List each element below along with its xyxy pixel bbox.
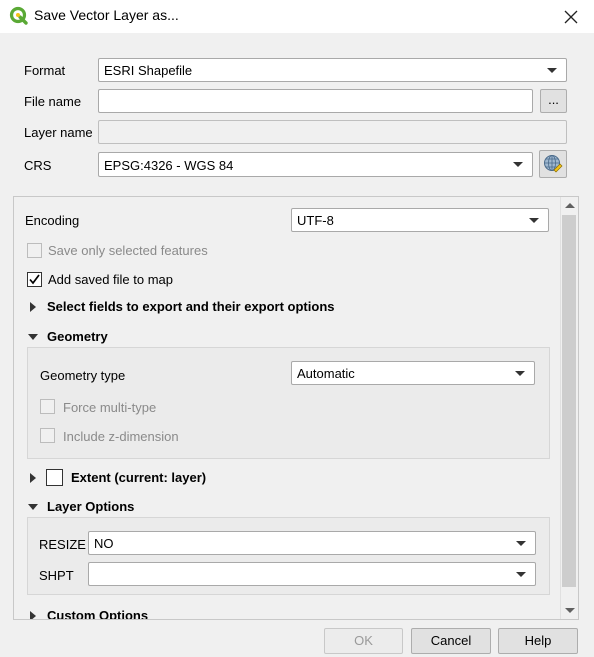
select-fields-toggle[interactable]: Select fields to export and their export… <box>28 297 548 317</box>
chevron-down-icon <box>513 162 523 167</box>
format-combobox[interactable]: ESRI Shapefile <box>98 58 567 82</box>
save-selected-checkbox[interactable] <box>27 243 42 258</box>
format-value: ESRI Shapefile <box>104 63 193 78</box>
layer-options-toggle[interactable]: Layer Options <box>28 497 548 517</box>
select-crs-button[interactable] <box>539 150 567 178</box>
force-multi-checkbox[interactable] <box>40 399 55 414</box>
layer-options-group: RESIZE NO SHPT <box>27 517 550 595</box>
expand-arrow-icon <box>30 302 36 312</box>
format-label: Format <box>24 63 66 78</box>
shpt-combobox[interactable] <box>88 562 536 586</box>
shpt-label: SHPT <box>39 568 74 583</box>
encoding-label: Encoding <box>25 213 80 228</box>
title-bar: Save Vector Layer as... <box>0 0 594 33</box>
encoding-combobox[interactable]: UTF-8 <box>291 208 549 232</box>
geometry-type-combobox[interactable]: Automatic <box>291 361 535 385</box>
chevron-down-icon <box>529 218 539 223</box>
browse-button[interactable]: ... <box>540 89 567 113</box>
force-multi-label: Force multi-type <box>63 400 157 415</box>
geometry-type-label: Geometry type <box>40 368 126 383</box>
chevron-down-icon <box>516 541 526 546</box>
close-icon <box>564 10 578 23</box>
vertical-scrollbar[interactable] <box>560 197 578 619</box>
include-z-label: Include z-dimension <box>63 429 179 444</box>
qgis-logo-icon <box>9 6 28 25</box>
extent-checkbox[interactable] <box>46 469 63 486</box>
help-button[interactable]: Help <box>498 628 578 654</box>
encoding-value: UTF-8 <box>297 213 334 228</box>
cancel-button[interactable]: Cancel <box>411 628 491 654</box>
select-fields-label: Select fields to export and their export… <box>47 299 335 314</box>
scroll-down-icon[interactable] <box>565 608 575 613</box>
scrollbar-thumb[interactable] <box>562 215 576 587</box>
extent-label: Extent (current: layer) <box>71 470 207 485</box>
geometry-section-label: Geometry <box>47 329 108 344</box>
collapse-arrow-icon <box>28 334 38 340</box>
scroll-up-icon[interactable] <box>565 203 575 208</box>
layer-options-label: Layer Options <box>47 499 135 514</box>
geometry-section-toggle[interactable]: Geometry <box>28 327 548 347</box>
add-to-map-checkbox[interactable] <box>27 272 42 287</box>
layername-input[interactable] <box>98 120 567 144</box>
chevron-down-icon <box>547 68 557 73</box>
custom-options-toggle[interactable]: Custom Options <box>28 606 548 620</box>
custom-options-label: Custom Options <box>47 608 149 620</box>
crs-combobox[interactable]: EPSG:4326 - WGS 84 <box>98 152 533 177</box>
save-selected-label: Save only selected features <box>48 243 208 258</box>
crs-label: CRS <box>24 158 52 173</box>
chevron-down-icon <box>515 371 525 376</box>
extent-section-toggle[interactable]: Extent (current: layer) <box>28 467 548 489</box>
options-scroll-area[interactable]: Encoding UTF-8 Save only selected featur… <box>13 196 579 620</box>
geometry-group: Geometry type Automatic Force multi-type… <box>27 347 550 459</box>
include-z-checkbox[interactable] <box>40 428 55 443</box>
resize-combobox[interactable]: NO <box>88 531 536 555</box>
resize-label: RESIZE <box>39 537 86 552</box>
geometry-type-value: Automatic <box>297 366 355 381</box>
crs-value: EPSG:4326 - WGS 84 <box>104 158 234 173</box>
expand-arrow-icon <box>30 611 36 619</box>
checkmark-icon <box>29 274 40 285</box>
collapse-arrow-icon <box>28 504 38 510</box>
resize-value: NO <box>94 536 114 551</box>
window-title: Save Vector Layer as... <box>34 7 179 23</box>
ok-button[interactable]: OK <box>324 628 403 654</box>
globe-crs-icon <box>544 155 563 173</box>
layername-label: Layer name <box>24 125 93 140</box>
filename-label: File name <box>24 94 82 109</box>
add-to-map-label: Add saved file to map <box>48 272 174 287</box>
filename-input[interactable] <box>98 89 533 113</box>
close-button[interactable] <box>548 0 594 33</box>
expand-arrow-icon <box>30 473 36 483</box>
chevron-down-icon <box>516 572 526 577</box>
